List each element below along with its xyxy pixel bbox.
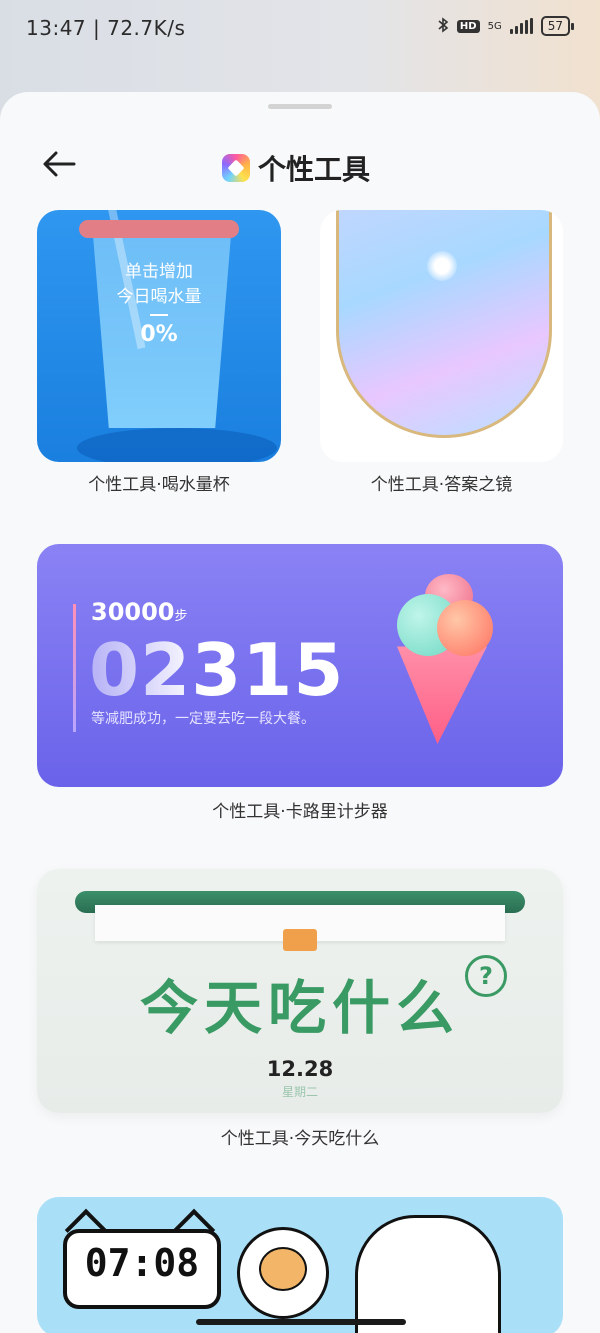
clock-time: 07:08 [84, 1241, 200, 1285]
food-weekday: 星期二 [281, 1085, 318, 1099]
answer-mirror-card[interactable] [320, 210, 563, 462]
water-line1: 单击增加 [125, 262, 193, 282]
network-type: 5G [487, 20, 502, 32]
personal-tools-icon [222, 154, 250, 182]
cute-clock-card[interactable]: 07:08 [37, 1197, 563, 1333]
ice-cream-scoop [437, 600, 493, 656]
mirror-light [427, 251, 457, 281]
signal-icon [509, 18, 533, 34]
sheet-drag-handle[interactable] [268, 104, 332, 109]
cup-shadow [77, 428, 277, 462]
calorie-counter-card[interactable]: 30000步 02315 等减肥成功，一定要去吃一段大餐。 [37, 544, 563, 787]
status-bar: 13:47 | 72.7K/s HD 5G 57 [0, 0, 600, 60]
clock-face: 07:08 [63, 1229, 221, 1309]
cup-lid [79, 220, 239, 238]
accent-bar [73, 604, 76, 732]
water-cup-label: 个性工具·喝水量杯 [88, 475, 230, 495]
what-to-eat-label: 个性工具·今天吃什么 [220, 1129, 380, 1149]
back-button[interactable] [40, 146, 80, 182]
what-to-eat-card[interactable]: 今天吃什么 ? 12.28 星期二 [37, 869, 563, 1113]
dog-icon [259, 1247, 307, 1291]
answer-mirror-label: 个性工具·答案之镜 [370, 475, 513, 495]
status-icons: HD 5G 57 [437, 16, 575, 36]
step-count: 02315 [89, 628, 345, 712]
battery-icon: 57 [540, 16, 575, 36]
bottom-sheet: 个性工具 单击增加 今日喝水量 0% 个性工具·喝水量杯 个性工具·答案之镜 3… [0, 92, 600, 1333]
water-percent: 0% [140, 322, 178, 347]
bluetooth-icon [437, 16, 449, 36]
water-text: 单击增加 今日喝水量 0% [107, 260, 211, 347]
mirror-graphic [336, 210, 552, 438]
step-goal: 30000步 [91, 598, 188, 626]
home-indicator[interactable] [196, 1319, 406, 1325]
status-time: 13:47 | 72.7K/s [26, 16, 186, 40]
calorie-counter-label: 个性工具·卡路里计步器 [212, 802, 388, 822]
page-title: 个性工具 [258, 153, 371, 186]
hd-badge: HD [456, 19, 480, 33]
arrow-left-icon [43, 151, 76, 177]
calorie-description: 等减肥成功，一定要去吃一段大餐。 [91, 711, 315, 727]
paper-clip [283, 929, 317, 951]
food-date: 12.28 [266, 1057, 334, 1081]
water-dash [150, 314, 168, 316]
question-icon: ? [465, 955, 507, 997]
sheet-header: 个性工具 [0, 122, 600, 208]
header-title-group: 个性工具 [222, 148, 370, 188]
water-cup-card[interactable]: 单击增加 今日喝水量 0% [37, 210, 281, 462]
cat-illustration [355, 1215, 501, 1333]
water-line2: 今日喝水量 [116, 287, 202, 307]
